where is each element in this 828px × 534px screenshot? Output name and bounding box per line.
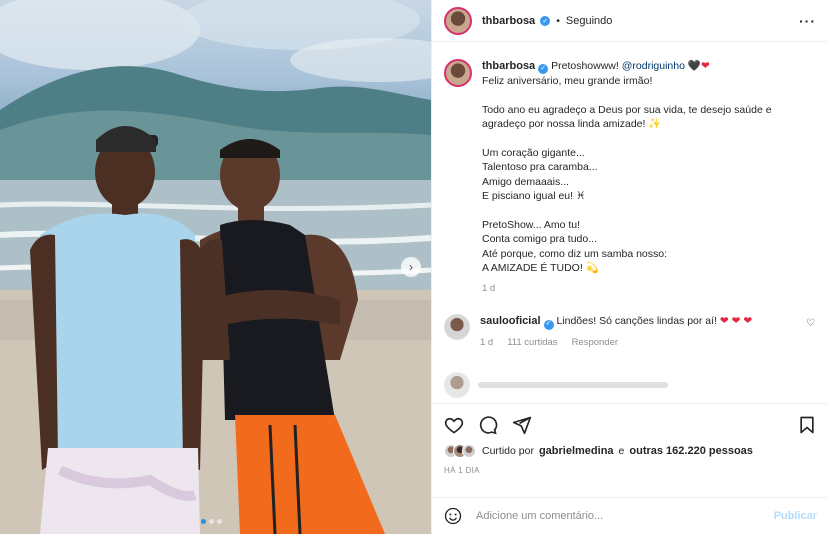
emoji-icon[interactable] xyxy=(444,507,462,525)
post-header: thbarbosa ✓ • Seguindo ··· xyxy=(432,0,828,42)
likes-middle: e xyxy=(618,445,625,457)
verified-icon: ✓ xyxy=(543,319,554,330)
carousel-next-button[interactable]: › xyxy=(401,257,421,277)
caption-emoji: 🖤 xyxy=(687,60,701,72)
author-avatar[interactable] xyxy=(444,6,472,35)
caption: thbarbosa ✓ Pretoshowww! @rodriguinho 🖤❤ … xyxy=(444,59,817,296)
separator-dot: • xyxy=(556,14,560,27)
caption-line: PretoShow... Amo tu! xyxy=(482,218,581,231)
comment-like-icon[interactable]: ♡ xyxy=(806,318,815,329)
post-actions: Curtido por gabrielmedina e outras 162.2… xyxy=(432,403,828,475)
comment-icon[interactable] xyxy=(478,415,498,435)
carousel-dot xyxy=(209,519,214,524)
verified-icon: ✓ xyxy=(538,64,549,75)
comments-list[interactable]: thbarbosa ✓ Pretoshowww! @rodriguinho 🖤❤ … xyxy=(432,43,828,403)
likes-prefix: Curtido por xyxy=(482,445,534,457)
commenter-avatar[interactable] xyxy=(444,314,470,341)
commenter-username[interactable]: saulooficial xyxy=(480,315,541,327)
likes-summary: Curtido por gabrielmedina e outras 162.2… xyxy=(444,444,817,458)
post-photo[interactable]: › xyxy=(0,0,431,534)
caption-line: Pretoshowww! xyxy=(551,60,619,72)
caption-time[interactable]: 1 d xyxy=(482,282,495,297)
heart-icon[interactable] xyxy=(444,415,464,435)
more-icon[interactable]: ··· xyxy=(799,13,816,29)
bookmark-icon[interactable] xyxy=(797,415,817,435)
comment-item-partial xyxy=(444,372,817,398)
caption-avatar[interactable] xyxy=(444,59,472,87)
comment-input[interactable]: Adicione um comentário... xyxy=(476,510,774,522)
mention-link[interactable]: @rodriguinho xyxy=(622,60,685,72)
post-timestamp[interactable]: HÁ 1 DIA xyxy=(444,466,817,475)
caption-line: Até porque, como diz um samba nosso: xyxy=(482,247,668,260)
hearts-emoji: ❤ ❤ ❤ xyxy=(719,315,753,328)
comment-text-clipped xyxy=(478,382,668,388)
comment-time[interactable]: 1 d xyxy=(480,336,493,351)
caption-line: Um coração gigante... xyxy=(482,146,585,159)
author-username[interactable]: thbarbosa xyxy=(482,15,535,27)
caption-line: Conta comigo pra tudo... xyxy=(482,233,597,246)
caption-line: Talentoso pra caramba... xyxy=(482,161,598,174)
caption-line: A AMIZADE É TUDO! 💫 xyxy=(482,262,599,275)
comment-text: Lindões! Só canções lindas por aí! xyxy=(556,315,717,328)
share-icon[interactable] xyxy=(512,415,532,435)
follow-status[interactable]: Seguindo xyxy=(566,15,613,27)
post-panel: thbarbosa ✓ • Seguindo ··· thbarbosa ✓ Pr… xyxy=(431,0,828,534)
carousel-dots xyxy=(201,519,222,524)
caption-username[interactable]: thbarbosa xyxy=(482,60,535,72)
verified-icon: ✓ xyxy=(540,15,551,26)
reply-button[interactable]: Responder xyxy=(572,336,618,351)
comment-likes[interactable]: 111 curtidas xyxy=(507,336,557,351)
publish-button[interactable]: Publicar xyxy=(774,510,817,522)
commenter-avatar[interactable] xyxy=(444,372,470,398)
carousel-dot-active xyxy=(201,519,206,524)
carousel-dot xyxy=(217,519,222,524)
liker-username[interactable]: gabrielmedina xyxy=(539,445,614,457)
liker-avatars[interactable] xyxy=(444,444,476,458)
chevron-right-icon: › xyxy=(409,260,413,274)
caption-line: E pisciano igual eu! ♓ xyxy=(482,190,586,203)
heart-emoji: ❤ xyxy=(700,60,710,72)
comment-item: saulooficial ✓ Lindões! Só canções lindas… xyxy=(444,314,817,350)
caption-line: Amigo demaaais... xyxy=(482,175,569,188)
caption-line: agradeço por nossa linda amizade! ✨ xyxy=(482,118,662,131)
likes-others[interactable]: outras 162.220 pessoas xyxy=(629,445,753,457)
comment-composer: Adicione um comentário... Publicar xyxy=(432,497,828,534)
photo-illustration xyxy=(0,0,431,534)
caption-line: Feliz aniversário, meu grande irmão! xyxy=(482,75,653,88)
caption-line: Todo ano eu agradeço a Deus por sua vida… xyxy=(482,103,772,116)
